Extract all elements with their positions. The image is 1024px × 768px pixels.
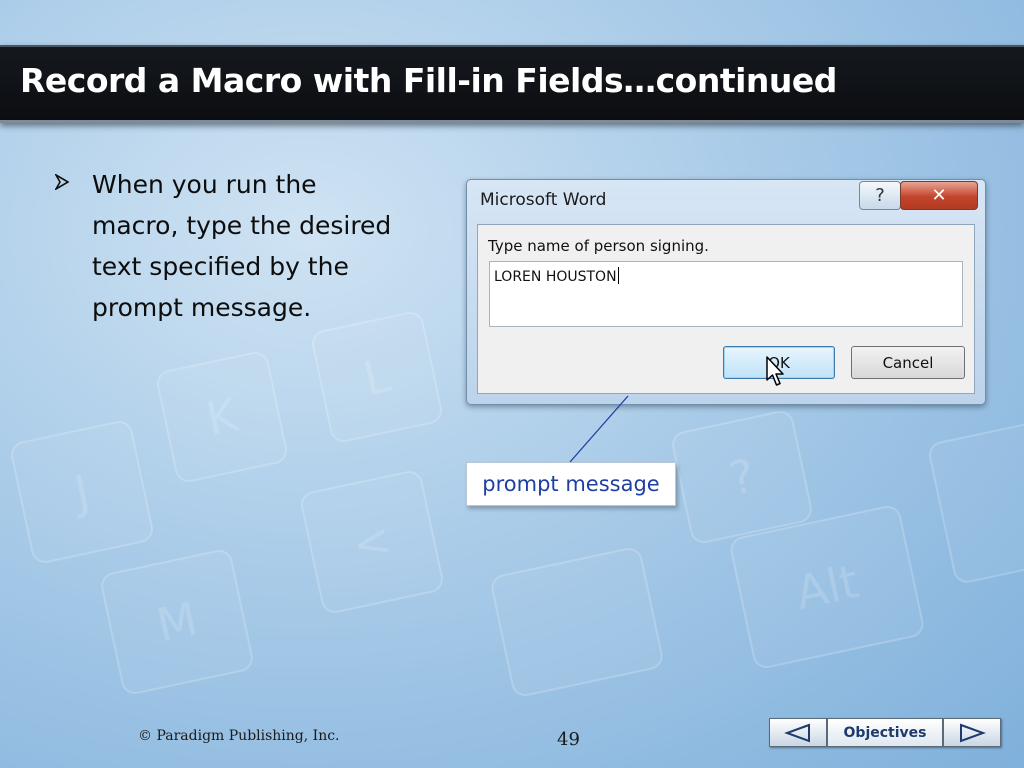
help-icon: ?	[875, 185, 885, 206]
arrow-bullet-icon	[55, 174, 69, 190]
bullet-text: When you run the macro, type the desired…	[92, 170, 392, 322]
bg-key	[926, 418, 1024, 586]
dialog-body: Type name of person signing. LOREN HOUST…	[477, 224, 975, 394]
mouse-pointer-icon	[766, 356, 784, 386]
input-value: LOREN HOUSTON	[494, 269, 617, 285]
cancel-button-label: Cancel	[882, 353, 934, 372]
help-button[interactable]: ?	[859, 181, 901, 210]
close-icon: ✕	[931, 185, 947, 206]
prompt-label: Type name of person signing.	[488, 237, 709, 255]
callout-label: prompt message	[482, 472, 660, 496]
bg-key: <	[298, 468, 446, 616]
dialog-title: Microsoft Word	[480, 190, 607, 210]
slide-title: Record a Macro with Fill-in Fields…conti…	[20, 61, 837, 100]
next-slide-button[interactable]	[943, 718, 1001, 747]
bg-key: J	[8, 418, 156, 566]
objectives-label: Objectives	[843, 724, 927, 741]
prompt-message-callout: prompt message	[466, 462, 676, 506]
close-button[interactable]: ✕	[900, 181, 978, 210]
slide-navigation: Objectives	[769, 718, 1001, 747]
bg-key: Alt	[727, 503, 927, 671]
bg-key: M	[98, 547, 256, 697]
name-input[interactable]: LOREN HOUSTON	[489, 261, 963, 327]
right-arrow-icon	[960, 723, 986, 742]
input-dialog: Microsoft Word ? ✕ Type name of person s…	[466, 179, 986, 405]
page-number: 49	[557, 729, 580, 750]
text-caret	[617, 267, 619, 284]
bg-key: L	[309, 309, 445, 445]
left-arrow-icon	[784, 723, 810, 742]
bg-key: ?	[669, 408, 815, 546]
previous-slide-button[interactable]	[769, 718, 827, 747]
bg-key	[488, 545, 666, 699]
copyright-text: © Paradigm Publishing, Inc.	[138, 728, 340, 744]
objectives-button[interactable]: Objectives	[827, 718, 943, 747]
bg-key: K	[154, 349, 290, 485]
title-bar: Record a Macro with Fill-in Fields…conti…	[0, 45, 1024, 123]
cancel-button[interactable]: Cancel	[851, 346, 965, 379]
